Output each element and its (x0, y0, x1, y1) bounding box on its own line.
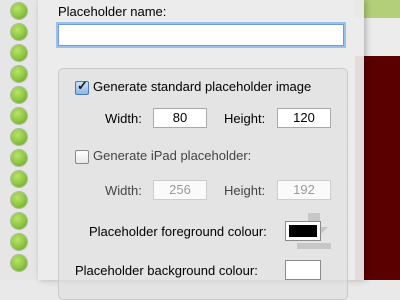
standard-height-field[interactable]: 120 (277, 108, 331, 128)
ipad-placeholder-checkbox[interactable] (75, 150, 89, 164)
placeholder-options-group: ✓ Generate standard placeholder image Wi… (58, 68, 348, 300)
foreground-colour-swatch (289, 225, 317, 237)
ipad-height-value: 192 (293, 182, 315, 197)
placeholder-name-label: Placeholder name: (58, 4, 167, 19)
foreground-colour-well[interactable] (285, 221, 321, 241)
standard-width-value: 80 (172, 110, 188, 125)
ipad-height-field[interactable]: 192 (277, 180, 331, 200)
placeholder-name-input[interactable] (58, 24, 344, 46)
status-dot (11, 45, 27, 61)
standard-placeholder-label: Generate standard placeholder image (93, 79, 312, 94)
status-dot (11, 24, 27, 40)
ipad-width-field[interactable]: 256 (153, 180, 207, 200)
checkmark-icon: ✓ (77, 78, 88, 93)
standard-height-label: Height: (224, 111, 266, 126)
background-colour-label: Placeholder background colour: (75, 263, 258, 278)
ipad-placeholder-label: Generate iPad placeholder: (93, 148, 252, 163)
ipad-width-label: Width: (105, 183, 142, 198)
standard-placeholder-checkbox[interactable]: ✓ (75, 78, 89, 95)
placeholder-settings-sheet: Placeholder name: ✓ Generate standard pl… (38, 0, 364, 300)
status-dot (11, 234, 27, 250)
status-dot (11, 150, 27, 166)
background-status-column (0, 0, 38, 280)
background-colour-swatch (289, 264, 317, 276)
status-dot (11, 213, 27, 229)
status-dot (11, 3, 27, 19)
ipad-width-value: 256 (169, 182, 191, 197)
standard-width-label: Width: (105, 111, 142, 126)
foreground-colour-label: Placeholder foreground colour: (89, 224, 267, 239)
standard-height-value: 120 (293, 110, 315, 125)
status-dot (11, 171, 27, 187)
status-dot (11, 108, 27, 124)
ipad-height-label: Height: (224, 183, 266, 198)
status-dot (11, 192, 27, 208)
status-dot (11, 87, 27, 103)
standard-width-field[interactable]: 80 (153, 108, 207, 128)
status-dot (11, 255, 27, 271)
status-dot (11, 129, 27, 145)
status-dot (11, 66, 27, 82)
background-colour-well[interactable] (285, 260, 321, 280)
